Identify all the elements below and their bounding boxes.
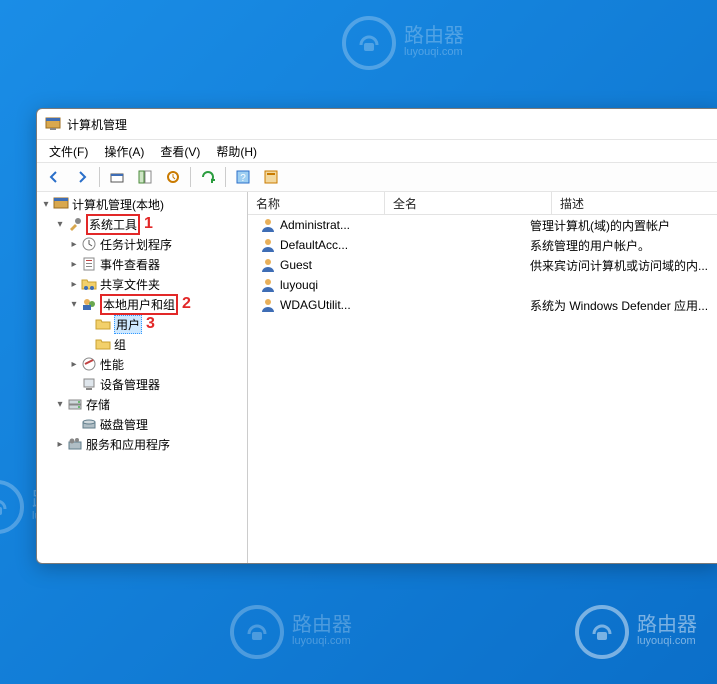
storage-icon — [67, 396, 83, 412]
window-title: 计算机管理 — [67, 116, 127, 133]
expand-icon[interactable]: ▸ — [67, 359, 81, 370]
expand-icon[interactable]: ▸ — [53, 439, 67, 450]
svg-text:?: ? — [240, 173, 246, 184]
folder-icon — [95, 336, 111, 352]
tools-icon — [67, 216, 83, 232]
watermark-bright: 路由器luyouqi.com — [575, 605, 697, 659]
user-row[interactable]: Administrat... 管理计算机(域)的内置帐户 — [248, 215, 717, 235]
menu-help[interactable]: 帮助(H) — [208, 141, 265, 162]
tree-services-apps[interactable]: ▸ 服务和应用程序 — [37, 434, 247, 454]
properties-button[interactable] — [258, 164, 284, 190]
toolbar-separator — [99, 167, 100, 187]
tree-storage[interactable]: ▾ 存储 — [37, 394, 247, 414]
refresh-button[interactable] — [195, 164, 221, 190]
clock-icon — [81, 236, 97, 252]
toolbar: ? — [37, 162, 717, 192]
col-name[interactable]: 名称 — [248, 192, 385, 214]
expand-icon[interactable]: ▸ — [67, 259, 81, 270]
menu-file[interactable]: 文件(F) — [41, 141, 96, 162]
tree-performance[interactable]: ▸ 性能 — [37, 354, 247, 374]
user-name: Administrat... — [280, 218, 380, 232]
column-headers: 名称 全名 描述 — [248, 192, 717, 215]
tree-groups[interactable]: 组 — [37, 334, 247, 354]
user-desc: 系统为 Windows Defender 应用... — [530, 297, 717, 314]
menu-bar: 文件(F) 操作(A) 查看(V) 帮助(H) — [37, 139, 717, 162]
forward-button[interactable] — [69, 164, 95, 190]
performance-icon — [81, 356, 97, 372]
tree-event-viewer[interactable]: ▸ 事件查看器 — [37, 254, 247, 274]
collapse-icon[interactable]: ▾ — [53, 219, 67, 230]
user-row[interactable]: DefaultAcc... 系统管理的用户帐户。 — [248, 235, 717, 255]
user-name: luyouqi — [280, 278, 380, 292]
show-hide-tree-button[interactable] — [132, 164, 158, 190]
services-icon — [67, 436, 83, 452]
user-desc: 管理计算机(域)的内置帐户 — [530, 217, 717, 234]
col-fullname[interactable]: 全名 — [385, 192, 552, 214]
tree-task-scheduler[interactable]: ▸ 任务计划程序 — [37, 234, 247, 254]
expand-icon[interactable]: ▸ — [67, 279, 81, 290]
up-button[interactable] — [104, 164, 130, 190]
details-pane: 名称 全名 描述 Administrat...管理计算机(域)的内置帐户Defa… — [248, 192, 717, 563]
user-name: DefaultAcc... — [280, 238, 380, 252]
title-bar[interactable]: 计算机管理 — [37, 109, 717, 139]
tree-device-manager[interactable]: 设备管理器 — [37, 374, 247, 394]
collapse-icon[interactable]: ▾ — [53, 399, 67, 410]
folder-icon — [95, 316, 111, 332]
shared-folder-icon — [81, 276, 97, 292]
tree-disk-management[interactable]: 磁盘管理 — [37, 414, 247, 434]
tree-root[interactable]: ▾ 计算机管理(本地) — [37, 194, 247, 214]
toolbar-separator — [225, 167, 226, 187]
menu-view[interactable]: 查看(V) — [152, 141, 208, 162]
toolbar-separator — [190, 167, 191, 187]
navigation-tree[interactable]: ▾ 计算机管理(本地) ▾ 系统工具 1 — [37, 192, 248, 563]
user-desc: 系统管理的用户帐户。 — [530, 237, 717, 254]
watermark: 路由器luyouqi.com — [342, 16, 464, 70]
annotation-3: 3 — [146, 315, 155, 333]
tree-shared-folders[interactable]: ▸ 共享文件夹 — [37, 274, 247, 294]
user-name: Guest — [280, 258, 380, 272]
watermark: 路由器luyouqi.com — [230, 605, 352, 659]
computer-icon — [53, 196, 69, 212]
computer-management-window: 计算机管理 文件(F) 操作(A) 查看(V) 帮助(H) ? ▾ 计算机 — [36, 108, 717, 564]
tree-local-users-groups[interactable]: ▾ 本地用户和组 2 — [37, 294, 247, 314]
annotation-2: 2 — [182, 295, 191, 313]
col-description[interactable]: 描述 — [552, 192, 717, 214]
user-list[interactable]: Administrat...管理计算机(域)的内置帐户DefaultAcc...… — [248, 215, 717, 563]
user-desc: 供来宾访问计算机或访问域的内... — [530, 257, 717, 274]
disk-icon — [81, 416, 97, 432]
user-name: WDAGUtilit... — [280, 298, 380, 312]
expand-icon[interactable]: ▸ — [67, 239, 81, 250]
back-button[interactable] — [41, 164, 67, 190]
device-icon — [81, 376, 97, 392]
user-row[interactable]: luyouqi — [248, 275, 717, 295]
help-button[interactable]: ? — [230, 164, 256, 190]
users-groups-icon — [81, 296, 97, 312]
tree-system-tools[interactable]: ▾ 系统工具 1 — [37, 214, 247, 234]
user-row[interactable]: Guest 供来宾访问计算机或访问域的内... — [248, 255, 717, 275]
menu-action[interactable]: 操作(A) — [96, 141, 152, 162]
export-list-button[interactable] — [160, 164, 186, 190]
app-icon — [45, 116, 61, 132]
annotation-1: 1 — [144, 215, 153, 233]
user-row[interactable]: WDAGUtilit... 系统为 Windows Defender 应用... — [248, 295, 717, 315]
event-log-icon — [81, 256, 97, 272]
collapse-icon[interactable]: ▾ — [67, 299, 81, 310]
collapse-icon[interactable]: ▾ — [39, 199, 53, 210]
tree-users[interactable]: 用户 3 — [37, 314, 247, 334]
